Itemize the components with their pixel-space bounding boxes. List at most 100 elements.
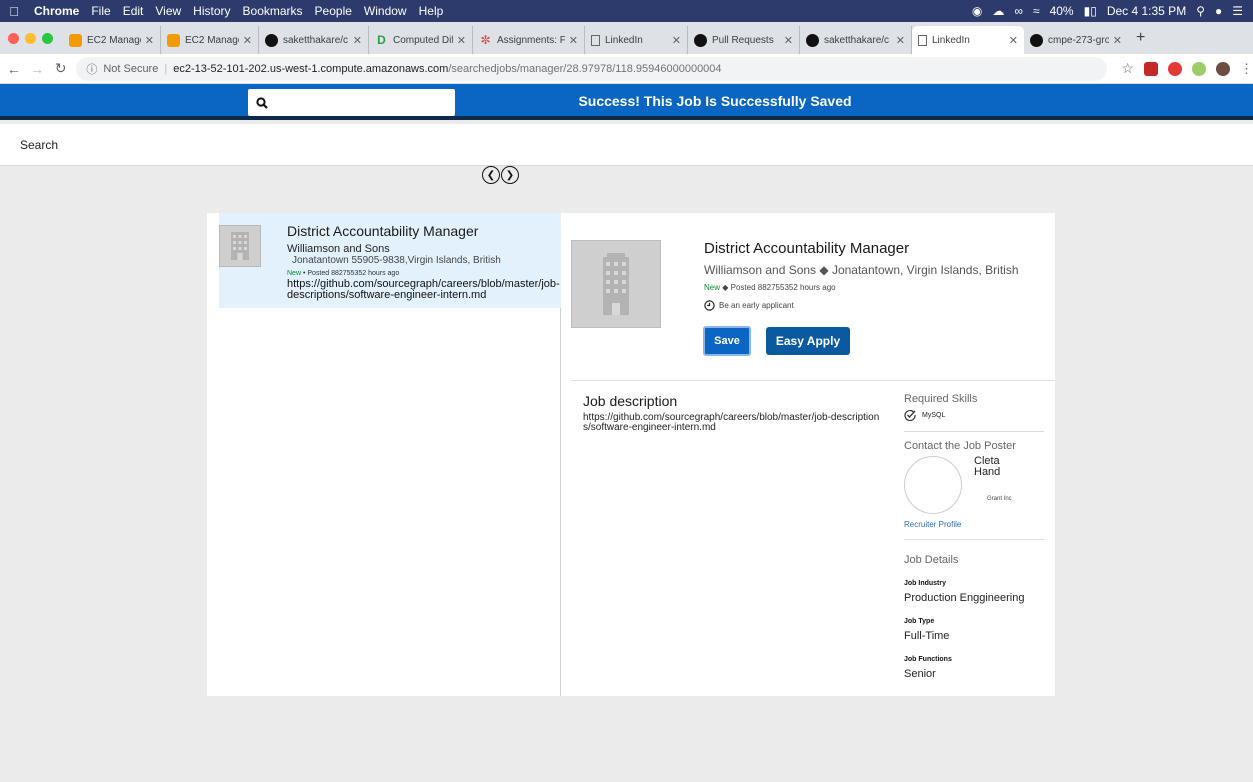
job-list-item[interactable]: District Accountability Manager Williams…: [219, 213, 561, 308]
app-header: Success! This Job Is Successfully Saved: [0, 84, 1253, 120]
tab-close-icon[interactable]: ✕: [1113, 34, 1122, 47]
status-circle-icon[interactable]: ◉: [972, 4, 982, 18]
siri-icon[interactable]: ●: [1215, 4, 1222, 18]
menu-help[interactable]: Help: [413, 4, 450, 18]
forward-icon[interactable]: →: [27, 61, 46, 77]
aws-icon: [69, 33, 82, 47]
tab-close-icon[interactable]: ✕: [457, 34, 466, 47]
tab-computed-diff[interactable]: D Computed Diff ✕: [369, 26, 473, 54]
menu-file[interactable]: File: [85, 4, 116, 18]
posted-text: ◆ Posted 882755352 hours ago: [720, 283, 836, 292]
search-row-label[interactable]: Search: [20, 138, 58, 152]
chrome-menu-icon[interactable]: ⋮: [1240, 61, 1253, 77]
easy-apply-button[interactable]: Easy Apply: [766, 327, 850, 355]
battery-percent: 40%: [1049, 4, 1074, 18]
save-button[interactable]: Save: [703, 326, 751, 356]
tab-github-2[interactable]: saketthakare/c ✕: [800, 26, 912, 54]
building-icon: [603, 253, 629, 315]
menu-bookmarks[interactable]: Bookmarks: [237, 4, 309, 18]
info-icon[interactable]: ⓘ: [86, 61, 97, 77]
tab-close-icon[interactable]: ✕: [243, 34, 252, 47]
tab-ec2-1[interactable]: EC2 Manageme✕: [63, 26, 161, 54]
company-name: Williamson and Sons: [287, 243, 390, 255]
job-description-snippet: https://github.com/sourcegraph/careers/b…: [287, 279, 560, 301]
poster-avatar[interactable]: [904, 456, 962, 514]
previous-page-icon[interactable]: ❮: [482, 166, 500, 184]
search-box[interactable]: [248, 89, 455, 116]
github-icon: [806, 33, 819, 47]
tab-linkedin-active[interactable]: LinkedIn ✕: [912, 26, 1024, 54]
adblock-icon[interactable]: [1167, 61, 1182, 76]
new-tab-icon[interactable]: +: [1128, 29, 1153, 47]
poster-last-name: Hand: [974, 466, 1001, 478]
sidebar-divider: [904, 539, 1044, 540]
section-divider: [571, 380, 1055, 381]
reload-icon[interactable]: ↻: [51, 60, 70, 77]
job-industry-value: Production Enggineering: [904, 592, 1025, 604]
job-type-label: Job Type: [904, 618, 935, 625]
job-description-text: https://github.com/sourcegraph/careers/b…: [583, 412, 880, 433]
menubar-status: ◉ ☁ ∞ ≈ 40% ▮▯ Dec 4 1:35 PM ⚲ ● ☰: [972, 4, 1253, 18]
glasses-icon[interactable]: ∞: [1014, 4, 1023, 18]
cloud-icon[interactable]: ☁: [992, 4, 1004, 18]
tab-github-1[interactable]: saketthakare/c ✕: [259, 26, 369, 54]
search-row: Search: [0, 124, 1253, 166]
tab-close-icon[interactable]: ✕: [569, 34, 578, 47]
minimize-window-icon[interactable]: [25, 32, 36, 44]
tab-close-icon[interactable]: ✕: [896, 34, 905, 47]
job-sidebar: Required Skills MySQL Contact the Job Po…: [904, 393, 1044, 680]
notification-center-icon[interactable]: ☰: [1232, 4, 1243, 18]
next-page-icon[interactable]: ❯: [501, 166, 519, 184]
search-input[interactable]: [274, 95, 444, 110]
tab-close-icon[interactable]: ✕: [1009, 34, 1018, 47]
security-label[interactable]: Not Secure: [103, 63, 158, 75]
tab-assignments[interactable]: ✼ Assignments: F ✕: [473, 26, 585, 54]
job-location: Jonatantown 55905-9838,Virgin Islands, B…: [292, 255, 501, 266]
skill-name: MySQL: [922, 411, 946, 419]
wifi-icon[interactable]: ≈: [1033, 4, 1040, 18]
battery-icon[interactable]: ▮▯: [1084, 4, 1097, 18]
extension-green-icon[interactable]: [1191, 61, 1206, 76]
detail-posted-info: New ◆ Posted 882755352 hours ago: [704, 283, 836, 292]
tab-close-icon[interactable]: ✕: [672, 34, 681, 47]
tab-pull-requests[interactable]: Pull Requests ✕: [688, 26, 800, 54]
back-icon[interactable]: ←: [4, 61, 23, 77]
company-logo-large: [571, 240, 661, 328]
job-details-heading: Job Details: [904, 554, 959, 566]
menu-edit[interactable]: Edit: [117, 4, 150, 18]
bookmark-star-icon[interactable]: ☆: [1121, 60, 1134, 77]
recruiter-profile-link[interactable]: Recruiter Profile: [904, 520, 1044, 529]
job-poster: Cleta Hand Grant Inc: [904, 456, 1044, 520]
tab-ec2-2[interactable]: EC2 Manageme✕: [161, 26, 259, 54]
spotlight-icon[interactable]: ⚲: [1196, 4, 1205, 18]
job-list-panel: District Accountability Manager Williams…: [207, 213, 561, 696]
window-controls: [0, 32, 63, 44]
menu-history[interactable]: History: [187, 4, 236, 18]
job-description-heading: Job description: [583, 393, 678, 409]
early-applicant: Be an early applicant: [704, 300, 794, 311]
menu-app-name[interactable]: Chrome: [28, 4, 85, 18]
zoom-window-icon[interactable]: [42, 32, 53, 44]
tab-close-icon[interactable]: ✕: [145, 34, 154, 47]
menu-window[interactable]: Window: [358, 4, 413, 18]
tab-close-icon[interactable]: ✕: [784, 34, 793, 47]
url-path: /searchedjobs/manager/28.97978/118.95946…: [448, 62, 722, 75]
tab-close-icon[interactable]: ✕: [353, 34, 362, 47]
clock[interactable]: Dec 4 1:35 PM: [1107, 4, 1186, 18]
url-host: ec2-13-52-101-202.us-west-1.compute.amaz…: [173, 62, 449, 75]
os-menubar:  Chrome File Edit View History Bookmark…: [0, 0, 1253, 22]
address-bar[interactable]: ⓘ Not Secure | ec2-13-52-101-202.us-west…: [76, 56, 1108, 81]
poster-company: Grant Inc: [987, 496, 1012, 502]
browser-toolbar: ← → ↻ ⓘ Not Secure | ec2-13-52-101-202.u…: [0, 54, 1253, 84]
menu-people[interactable]: People: [309, 4, 358, 18]
close-window-icon[interactable]: [8, 32, 19, 44]
job-industry-label: Job Industry: [904, 580, 947, 587]
tab-cmpe[interactable]: cmpe-273-gro ✕: [1024, 26, 1128, 54]
extension-red-icon[interactable]: [1143, 61, 1158, 76]
apple-icon[interactable]: : [0, 4, 28, 19]
profile-avatar-icon[interactable]: [1215, 61, 1230, 76]
building-icon: [231, 232, 249, 260]
tab-linkedin-1[interactable]: LinkedIn ✕: [585, 26, 688, 54]
job-title[interactable]: District Accountability Manager: [287, 223, 478, 239]
menu-view[interactable]: View: [149, 4, 187, 18]
